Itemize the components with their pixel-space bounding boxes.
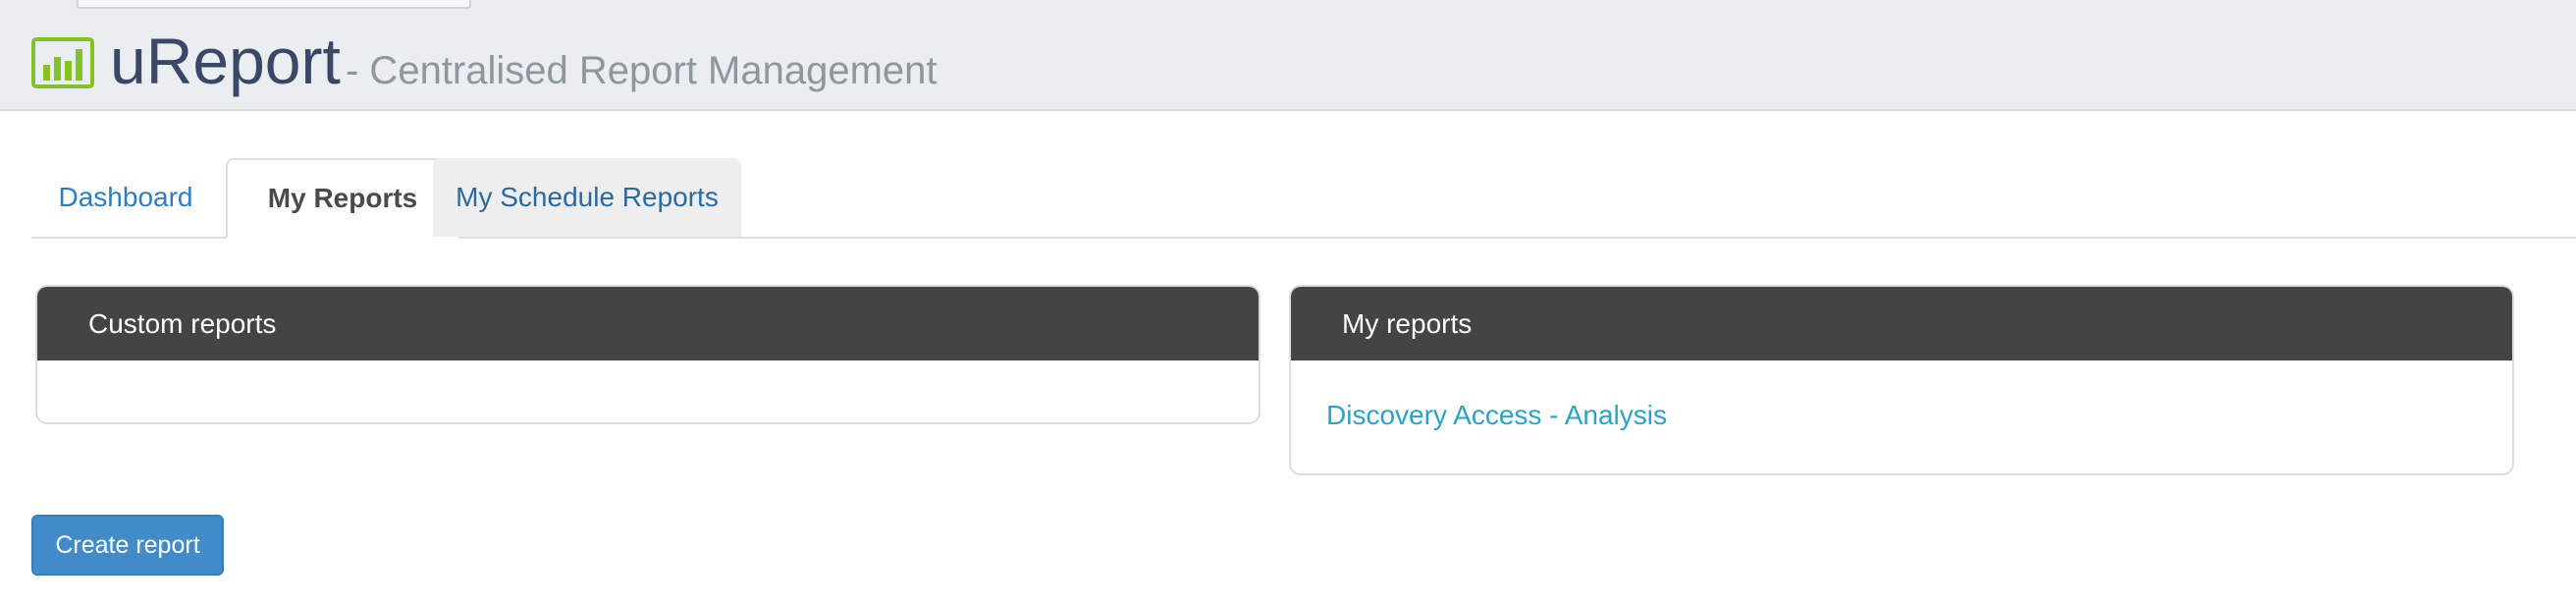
report-link-discovery-access-analysis[interactable]: Discovery Access - Analysis (1326, 398, 1667, 433)
custom-reports-panel: Custom reports (35, 285, 1261, 424)
report-tabs: Dashboard My Reports My Schedule Reports (31, 158, 2576, 239)
tab-dashboard[interactable]: Dashboard (31, 158, 220, 237)
tab-my-reports[interactable]: My Reports (226, 158, 459, 239)
create-report-button[interactable]: Create report (31, 515, 224, 576)
app-name: uReport (110, 25, 341, 97)
header-dropdown-edge (77, 0, 471, 9)
my-reports-panel: My reports Discovery Access - Analysis (1289, 285, 2514, 475)
bar-chart-icon (31, 37, 94, 88)
panel-title: Custom reports (88, 308, 277, 339)
panel-title: My reports (1342, 308, 1473, 339)
panel-header: Custom reports (37, 287, 1259, 360)
panel-header: My reports (1291, 287, 2512, 360)
app-header: uReport - Centralised Report Management (0, 0, 2576, 111)
app-subtitle: - Centralised Report Management (346, 49, 938, 92)
tab-my-schedule-reports[interactable]: My Schedule Reports (433, 158, 741, 237)
